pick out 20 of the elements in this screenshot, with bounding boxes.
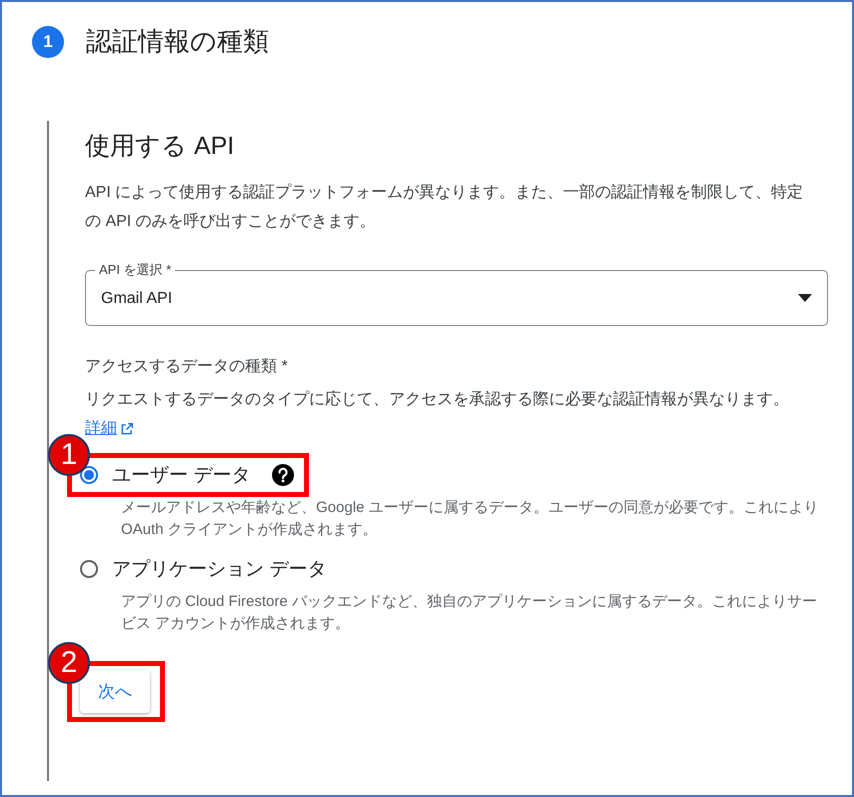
annotation-badge: 2	[48, 642, 90, 684]
dropdown-icon	[798, 294, 812, 302]
select-label: API を選択 *	[95, 262, 176, 278]
annotation-badge: 1	[48, 434, 90, 476]
option-label: アプリケーション データ	[112, 558, 326, 582]
option-description: アプリの Cloud Firestore バックエンドなど、独自のアプリケーションに属するデータ。これによりサービス アカウントが作成されます。	[121, 592, 818, 634]
select-value: Gmail API	[101, 290, 172, 308]
option-label: ユーザー データ	[112, 464, 250, 488]
next-button[interactable]: 次へ	[80, 670, 150, 713]
radio-button[interactable]	[80, 560, 98, 578]
external-link-icon	[120, 422, 134, 436]
step-title: 認証情報の種類	[86, 25, 269, 58]
help-icon[interactable]	[272, 464, 294, 486]
section-title: 使用する API	[85, 131, 236, 162]
section-description: API によって使用する認証プラットフォームが異なります。また、一部の認証情報を制限して、特定の API のみを呼び出すことができます。	[85, 182, 804, 232]
radio-button[interactable]	[80, 466, 98, 484]
step-number: 1	[32, 26, 64, 58]
option-description: メールアドレスや年齢など、Google ユーザーに属するデータ。ユーザーの同意が必要です。これにより OAuth クライアントが作成されます。	[121, 498, 820, 540]
access-title: アクセスするデータの種類 *	[85, 357, 289, 377]
api-select[interactable]: API を選択 * Gmail API	[85, 262, 828, 326]
